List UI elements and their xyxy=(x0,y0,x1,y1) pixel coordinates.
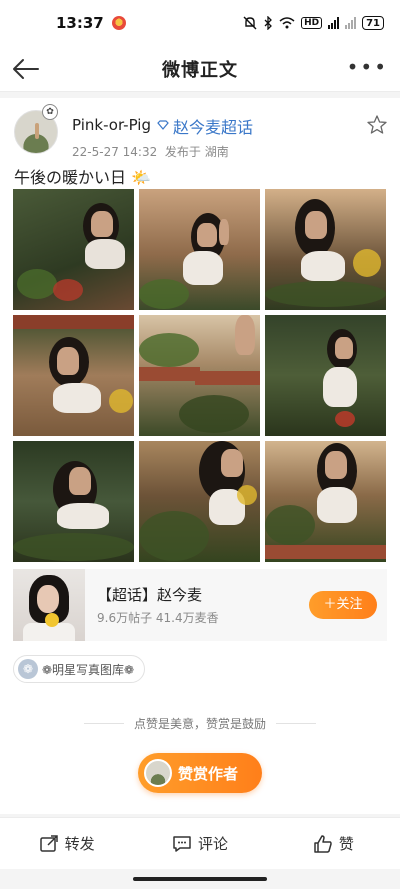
home-indicator[interactable] xyxy=(133,877,267,881)
super-topic-card[interactable]: 【超话】赵今麦 9.6万帖子 41.4万麦香 ＋关注 xyxy=(13,569,387,641)
photo-3[interactable] xyxy=(265,189,386,310)
tag-label: ❁明星写真图库❁ xyxy=(42,662,135,677)
reward-button-label: 赞赏作者 xyxy=(178,764,239,783)
bluetooth-icon xyxy=(264,16,272,30)
reward-tip: 点赞是美意，赞赏是鼓励 xyxy=(0,715,400,732)
post-text: 午後の暖かい日 🌤️ xyxy=(14,168,152,187)
top-nav: 微博正文 ••• xyxy=(0,46,400,92)
post-location: 发布于 湖南 xyxy=(164,145,229,159)
repost-button[interactable]: 转发 xyxy=(0,833,133,854)
photo-7[interactable] xyxy=(13,441,134,562)
photo-library-tag[interactable]: ❁ ❁明星写真图库❁ xyxy=(13,655,146,683)
reward-author-button[interactable]: 赞赏作者 xyxy=(138,753,262,793)
reward-tip-text: 点赞是美意，赞赏是鼓励 xyxy=(133,717,266,731)
comment-icon xyxy=(173,835,191,852)
repost-label: 转发 xyxy=(64,835,95,853)
signal-icon-2 xyxy=(345,17,357,29)
favorite-star-icon[interactable] xyxy=(366,114,388,136)
page-title: 微博正文 xyxy=(162,59,238,81)
author-username[interactable]: Pink-or-Pig xyxy=(72,116,151,134)
photo-4[interactable] xyxy=(13,315,134,436)
diamond-icon xyxy=(157,120,169,130)
flower-icon: ❁ xyxy=(18,659,38,679)
wifi-icon xyxy=(279,17,295,29)
status-time: 13:37 xyxy=(56,14,104,32)
hd-badge: HD xyxy=(301,17,323,29)
post-card: ✿ Pink-or-Pig 赵今麦超话 22-5-27 14:32 发布于 湖南… xyxy=(0,98,400,814)
status-icons: HD 71 xyxy=(243,16,384,30)
photo-5[interactable] xyxy=(139,315,260,436)
super-topic-info: 【超话】赵今麦 9.6万帖子 41.4万麦香 xyxy=(97,584,219,626)
photo-8[interactable] xyxy=(139,441,260,562)
photo-2[interactable] xyxy=(139,189,260,310)
weibo-notification-icon xyxy=(111,16,126,30)
photo-6[interactable] xyxy=(265,315,386,436)
photo-grid xyxy=(13,189,387,563)
repost-icon xyxy=(39,834,58,852)
status-bar: 13:37 HD 71 xyxy=(0,0,400,46)
topic-link[interactable]: 赵今麦超话 xyxy=(173,114,253,138)
super-topic-stats: 9.6万帖子 41.4万麦香 xyxy=(97,611,219,625)
comment-button[interactable]: 评论 xyxy=(133,833,266,854)
super-topic-title: 【超话】赵今麦 xyxy=(97,586,203,604)
thumbs-up-icon xyxy=(314,834,332,853)
follow-button[interactable]: ＋关注 xyxy=(309,591,377,619)
battery-indicator: 71 xyxy=(362,16,384,30)
reward-avatar xyxy=(144,759,172,787)
avatar-badge-icon: ✿ xyxy=(42,104,58,120)
like-button[interactable]: 赞 xyxy=(267,833,400,854)
mute-icon xyxy=(243,16,257,30)
photo-9[interactable] xyxy=(265,441,386,562)
super-topic-thumbnail xyxy=(13,569,85,641)
like-label: 赞 xyxy=(338,835,354,853)
photo-1[interactable] xyxy=(13,189,134,310)
post-timestamp: 22-5-27 14:32 xyxy=(72,145,158,159)
signal-icon xyxy=(328,17,340,29)
bottom-action-bar: 转发 评论 赞 xyxy=(0,817,400,869)
weibo-post-page: 13:37 HD 71 微博正文 ••• ✿ Pink-or-Pig 赵今麦超话… xyxy=(0,0,400,889)
back-arrow-icon[interactable] xyxy=(10,54,42,84)
post-meta: 22-5-27 14:32 发布于 湖南 xyxy=(72,143,229,160)
comment-label: 评论 xyxy=(197,835,228,853)
more-options-icon[interactable]: ••• xyxy=(347,57,388,77)
